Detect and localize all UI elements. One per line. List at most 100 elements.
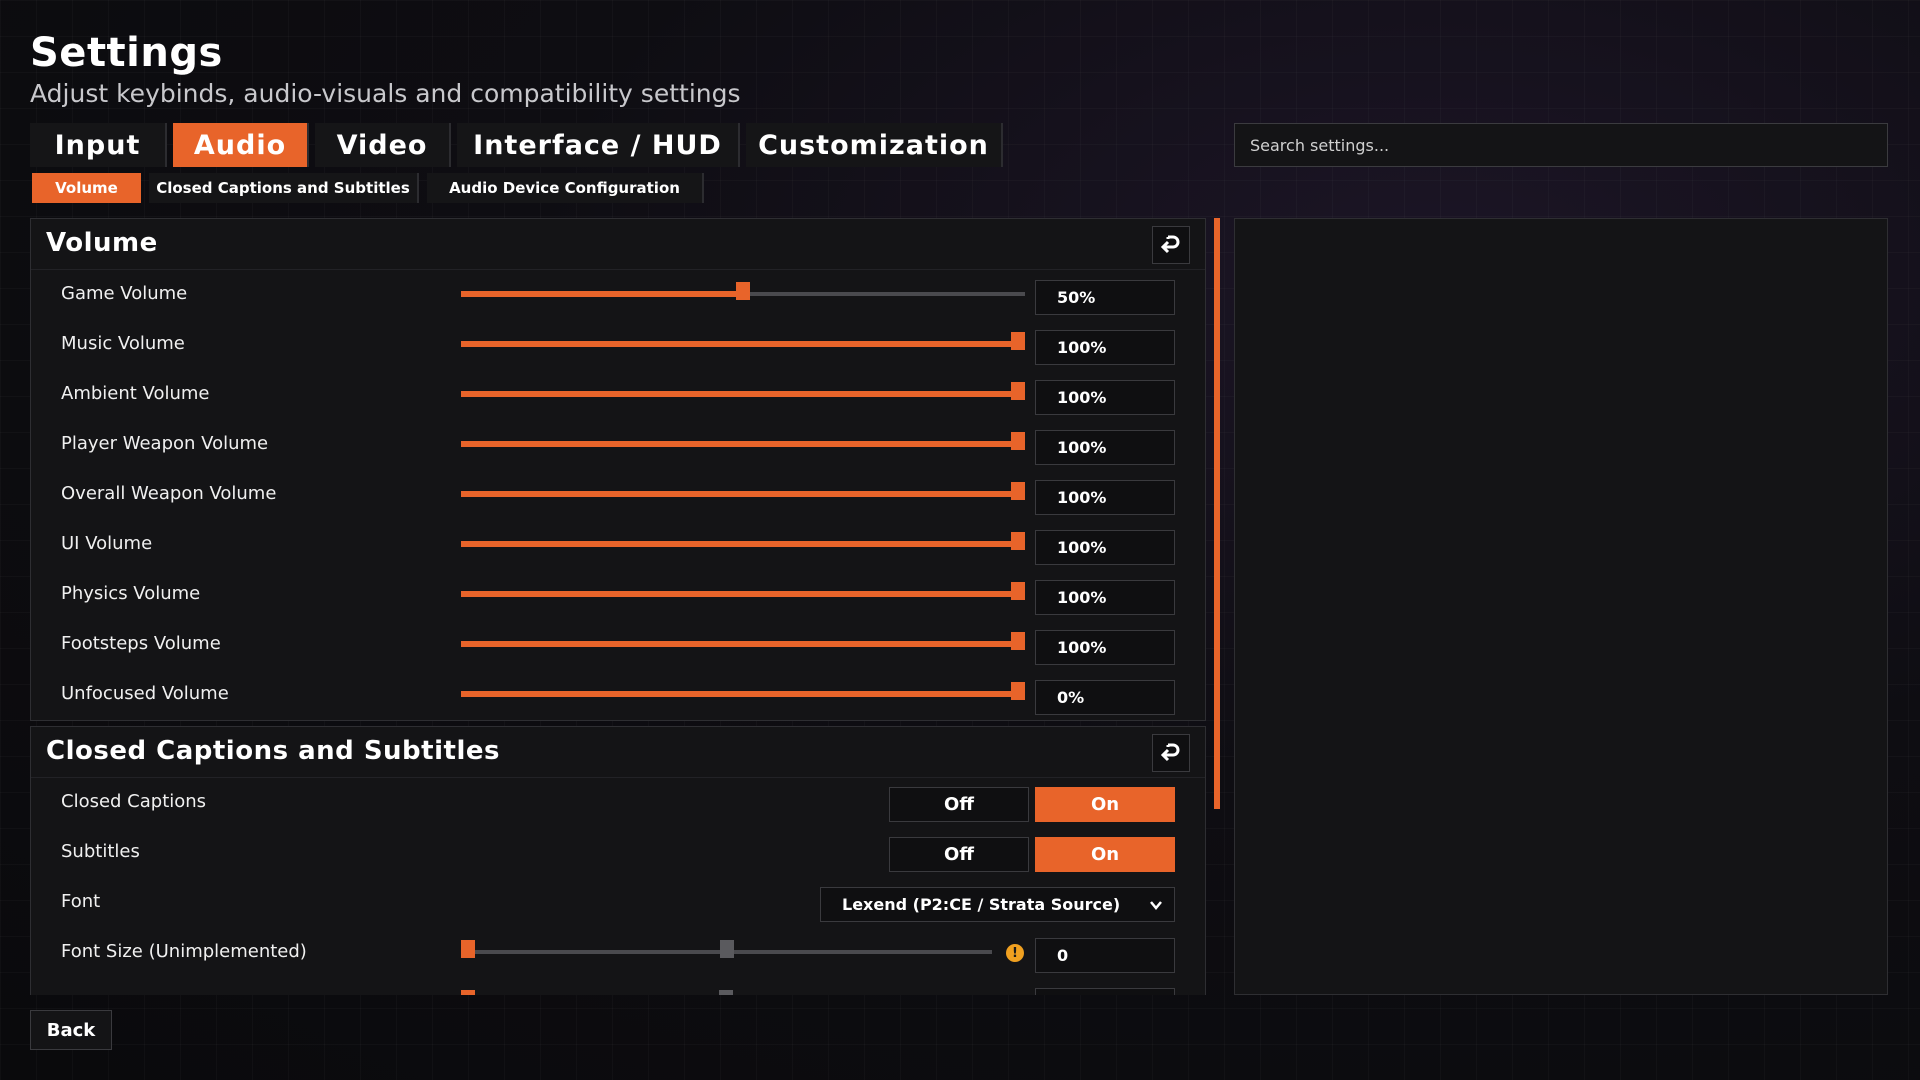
slider-fill [461, 391, 1025, 397]
setting-label: Overall Weapon Volume [61, 483, 277, 504]
partial-value-box[interactable] [1035, 988, 1175, 995]
setting-row-footsteps-volume: Footsteps Volume 100% [31, 619, 1205, 669]
setting-label: Game Volume [61, 283, 188, 304]
volume-value[interactable]: 100% [1035, 630, 1175, 665]
slider-thumb[interactable] [736, 282, 750, 300]
volume-slider[interactable] [461, 582, 1025, 600]
volume-value[interactable]: 100% [1035, 530, 1175, 565]
font-dropdown-value: Lexend (P2:CE / Strata Source) [842, 895, 1121, 914]
volume-slider[interactable] [461, 482, 1025, 500]
setting-row-ambient-volume: Ambient Volume 100% [31, 369, 1205, 419]
setting-label: Closed Captions [61, 791, 207, 812]
slider-thumb[interactable] [1011, 532, 1025, 550]
captions-panel-header: Closed Captions and Subtitles [31, 727, 1205, 778]
volume-panel-header: Volume [31, 219, 1205, 270]
volume-value[interactable]: 100% [1035, 330, 1175, 365]
search-input[interactable] [1234, 123, 1888, 167]
volume-value[interactable]: 50% [1035, 280, 1175, 315]
subtab-volume[interactable]: Volume [32, 173, 141, 203]
setting-label: Subtitles [61, 841, 140, 862]
volume-slider[interactable] [461, 682, 1025, 700]
setting-label: Font [61, 891, 101, 912]
scrollbar[interactable] [1214, 218, 1220, 809]
slider-fill [461, 591, 1025, 597]
setting-row-next-partial [31, 977, 1205, 995]
volume-value[interactable]: 0% [1035, 680, 1175, 715]
setting-row-player-weapon-volume: Player Weapon Volume 100% [31, 419, 1205, 469]
slider-default-marker [719, 990, 733, 995]
font-dropdown[interactable]: Lexend (P2:CE / Strata Source) [820, 887, 1175, 922]
closed-captions-off-button[interactable]: Off [889, 787, 1029, 822]
tab-input[interactable]: Input [30, 123, 167, 167]
setting-label: UI Volume [61, 533, 153, 554]
setting-row-physics-volume: Physics Volume 100% [31, 569, 1205, 619]
slider-fill [461, 291, 743, 297]
setting-label: Font Size (Unimplemented) [61, 941, 307, 962]
slider-fill [461, 641, 1025, 647]
slider-thumb[interactable] [1011, 682, 1025, 700]
setting-label: Footsteps Volume [61, 633, 221, 654]
settings-scroll-area[interactable]: Volume Game Volume 50% Music Volume 100% Amb… [30, 218, 1206, 995]
tab-interface-hud[interactable]: Interface / HUD [457, 123, 740, 167]
chevron-down-icon [1150, 901, 1162, 910]
reset-captions-button[interactable] [1152, 734, 1190, 772]
volume-slider[interactable] [461, 332, 1025, 350]
setting-row-font-size: Font Size (Unimplemented) ! 0 [31, 927, 1205, 977]
setting-label: Ambient Volume [61, 383, 210, 404]
slider-thumb[interactable] [1011, 632, 1025, 650]
volume-value[interactable]: 100% [1035, 580, 1175, 615]
sub-tabs: Volume Closed Captions and Subtitles Aud… [32, 173, 712, 203]
volume-slider[interactable] [461, 382, 1025, 400]
slider-fill [461, 441, 1025, 447]
section-title-captions: Closed Captions and Subtitles [46, 736, 500, 766]
setting-row-music-volume: Music Volume 100% [31, 319, 1205, 369]
setting-label: Physics Volume [61, 583, 201, 604]
volume-slider[interactable] [461, 632, 1025, 650]
subtitles-off-button[interactable]: Off [889, 837, 1029, 872]
setting-row-closed-captions: Closed Captions Off On [31, 777, 1205, 827]
captions-panel: Closed Captions and Subtitles Closed Cap… [30, 726, 1206, 995]
setting-label: Unfocused Volume [61, 683, 229, 704]
slider-thumb[interactable] [461, 990, 475, 995]
reset-icon [1160, 235, 1180, 254]
tab-audio[interactable]: Audio [173, 123, 309, 167]
slider-default-marker [719, 940, 734, 958]
back-button[interactable]: Back [30, 1010, 112, 1050]
slider-fill [461, 541, 1025, 547]
subtab-audio-device[interactable]: Audio Device Configuration [427, 173, 704, 203]
volume-value[interactable]: 100% [1035, 430, 1175, 465]
slider-thumb[interactable] [1011, 582, 1025, 600]
setting-row-font: Font Lexend (P2:CE / Strata Source) [31, 877, 1205, 927]
setting-label: Music Volume [61, 333, 185, 354]
slider-fill [461, 341, 1025, 347]
slider-thumb[interactable] [1011, 432, 1025, 450]
setting-row-game-volume: Game Volume 50% [31, 269, 1205, 319]
warning-icon: ! [1006, 944, 1024, 962]
setting-label: Player Weapon Volume [61, 433, 269, 454]
font-size-slider[interactable] [461, 940, 992, 958]
slider-thumb[interactable] [1011, 382, 1025, 400]
slider-thumb[interactable] [1011, 332, 1025, 350]
subtitles-on-button[interactable]: On [1035, 837, 1175, 872]
page-title: Settings [30, 30, 223, 76]
reset-volume-button[interactable] [1152, 226, 1190, 264]
preview-panel [1234, 218, 1888, 995]
slider-fill [461, 691, 1025, 697]
setting-row-subtitles: Subtitles Off On [31, 827, 1205, 877]
main-tabs: Input Audio Video Interface / HUD Custom… [30, 123, 1009, 167]
setting-row-unfocused-volume: Unfocused Volume 0% [31, 669, 1205, 719]
slider-thumb[interactable] [1011, 482, 1025, 500]
volume-value[interactable]: 100% [1035, 480, 1175, 515]
page-subtitle: Adjust keybinds, audio-visuals and compa… [30, 79, 741, 108]
font-size-value[interactable]: 0 [1035, 938, 1175, 973]
volume-slider[interactable] [461, 282, 1025, 300]
volume-slider[interactable] [461, 532, 1025, 550]
reset-icon [1160, 743, 1180, 762]
volume-slider[interactable] [461, 432, 1025, 450]
subtab-closed-captions[interactable]: Closed Captions and Subtitles [149, 173, 419, 203]
closed-captions-on-button[interactable]: On [1035, 787, 1175, 822]
tab-customization[interactable]: Customization [746, 123, 1003, 167]
slider-thumb[interactable] [461, 940, 475, 958]
volume-value[interactable]: 100% [1035, 380, 1175, 415]
tab-video[interactable]: Video [315, 123, 451, 167]
